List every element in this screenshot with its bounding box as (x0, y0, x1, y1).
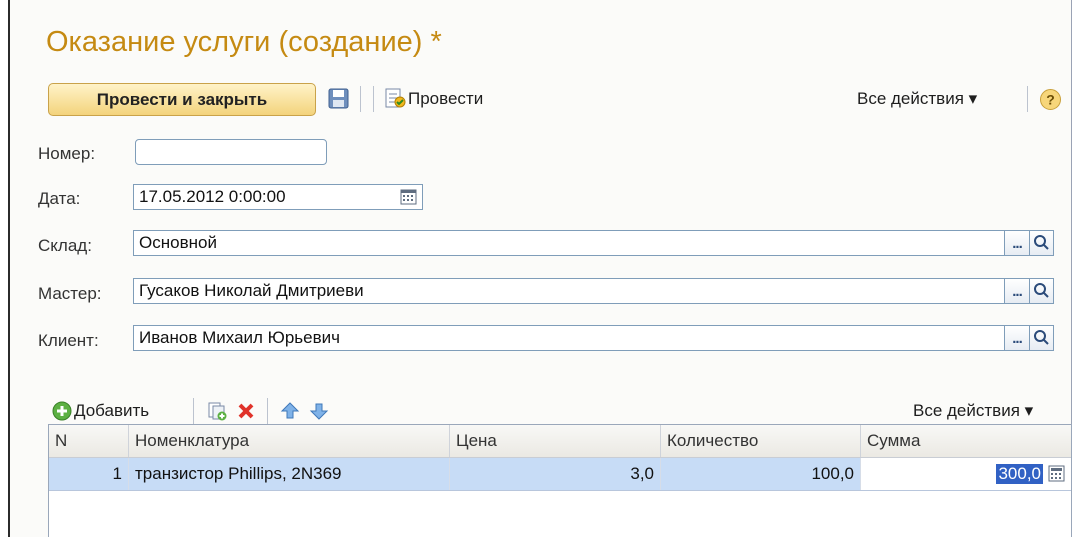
cell-price[interactable]: 3,0 (450, 458, 661, 490)
warehouse-field[interactable]: Основной (133, 230, 1005, 256)
move-up-icon[interactable] (280, 401, 300, 421)
help-icon[interactable]: ? (1039, 88, 1062, 111)
add-row-button[interactable]: Добавить (74, 401, 149, 421)
cell-sum-editor[interactable]: 300,0 (861, 458, 1071, 490)
sum-input-value[interactable]: 300,0 (996, 464, 1043, 484)
add-icon[interactable] (52, 401, 72, 421)
cell-item[interactable]: транзистор Phillips, 2N369 (129, 458, 450, 490)
calculator-icon[interactable] (1048, 465, 1065, 482)
delete-icon[interactable] (236, 401, 256, 421)
calendar-icon[interactable] (400, 188, 417, 205)
post-button[interactable]: Провести (408, 89, 483, 109)
toolbar-separator (267, 398, 268, 424)
post-document-icon[interactable] (384, 87, 406, 109)
warehouse-open-button[interactable] (1030, 230, 1054, 256)
services-table[interactable]: N Номенклатура Цена Количество Сумма 1 т… (48, 424, 1072, 537)
column-header-item[interactable]: Номенклатура (129, 425, 450, 457)
cell-n[interactable]: 1 (49, 458, 129, 490)
column-header-price[interactable]: Цена (450, 425, 661, 457)
column-header-sum[interactable]: Сумма (861, 425, 1071, 457)
search-icon (1034, 330, 1049, 345)
client-open-button[interactable] (1030, 325, 1054, 351)
search-icon (1034, 235, 1049, 250)
svg-text:?: ? (1046, 92, 1055, 108)
master-select-button[interactable]: ... (1004, 278, 1030, 304)
client-select-button[interactable]: ... (1004, 325, 1030, 351)
form-title: Оказание услуги (создание) * (46, 26, 442, 58)
post-and-close-button[interactable]: Провести и закрыть (48, 83, 316, 116)
toolbar-separator (193, 398, 194, 424)
document-form: Оказание услуги (создание) * Провести и … (10, 0, 1072, 537)
table-header: N Номенклатура Цена Количество Сумма (49, 425, 1071, 458)
warehouse-label: Склад: (38, 236, 92, 255)
move-down-icon[interactable] (309, 401, 329, 421)
table-all-actions-menu[interactable]: Все действия ▾ (913, 401, 1033, 421)
client-field[interactable]: Иванов Михаил Юрьевич (133, 325, 1005, 351)
client-label: Клиент: (38, 331, 99, 350)
number-label: Номер: (38, 144, 96, 163)
toolbar-separator (360, 86, 361, 112)
warehouse-select-button[interactable]: ... (1004, 230, 1030, 256)
save-icon[interactable] (328, 88, 349, 109)
search-icon (1034, 283, 1049, 298)
date-value: 17.05.2012 0:00:00 (139, 187, 286, 206)
column-header-n[interactable]: N (49, 425, 129, 457)
master-field[interactable]: Гусаков Николай Дмитриеви (133, 278, 1005, 304)
all-actions-menu[interactable]: Все действия ▾ (857, 89, 977, 109)
cell-quantity[interactable]: 100,0 (661, 458, 861, 490)
toolbar-separator (373, 86, 374, 112)
date-field[interactable]: 17.05.2012 0:00:00 (133, 184, 423, 210)
toolbar-separator (1027, 86, 1028, 112)
column-header-quantity[interactable]: Количество (661, 425, 861, 457)
number-field[interactable] (135, 139, 327, 165)
master-label: Мастер: (38, 284, 102, 303)
table-row[interactable]: 1 транзистор Phillips, 2N369 3,0 100,0 3… (49, 458, 1071, 491)
master-open-button[interactable] (1030, 278, 1054, 304)
date-label: Дата: (38, 189, 81, 208)
copy-icon[interactable] (207, 401, 227, 421)
